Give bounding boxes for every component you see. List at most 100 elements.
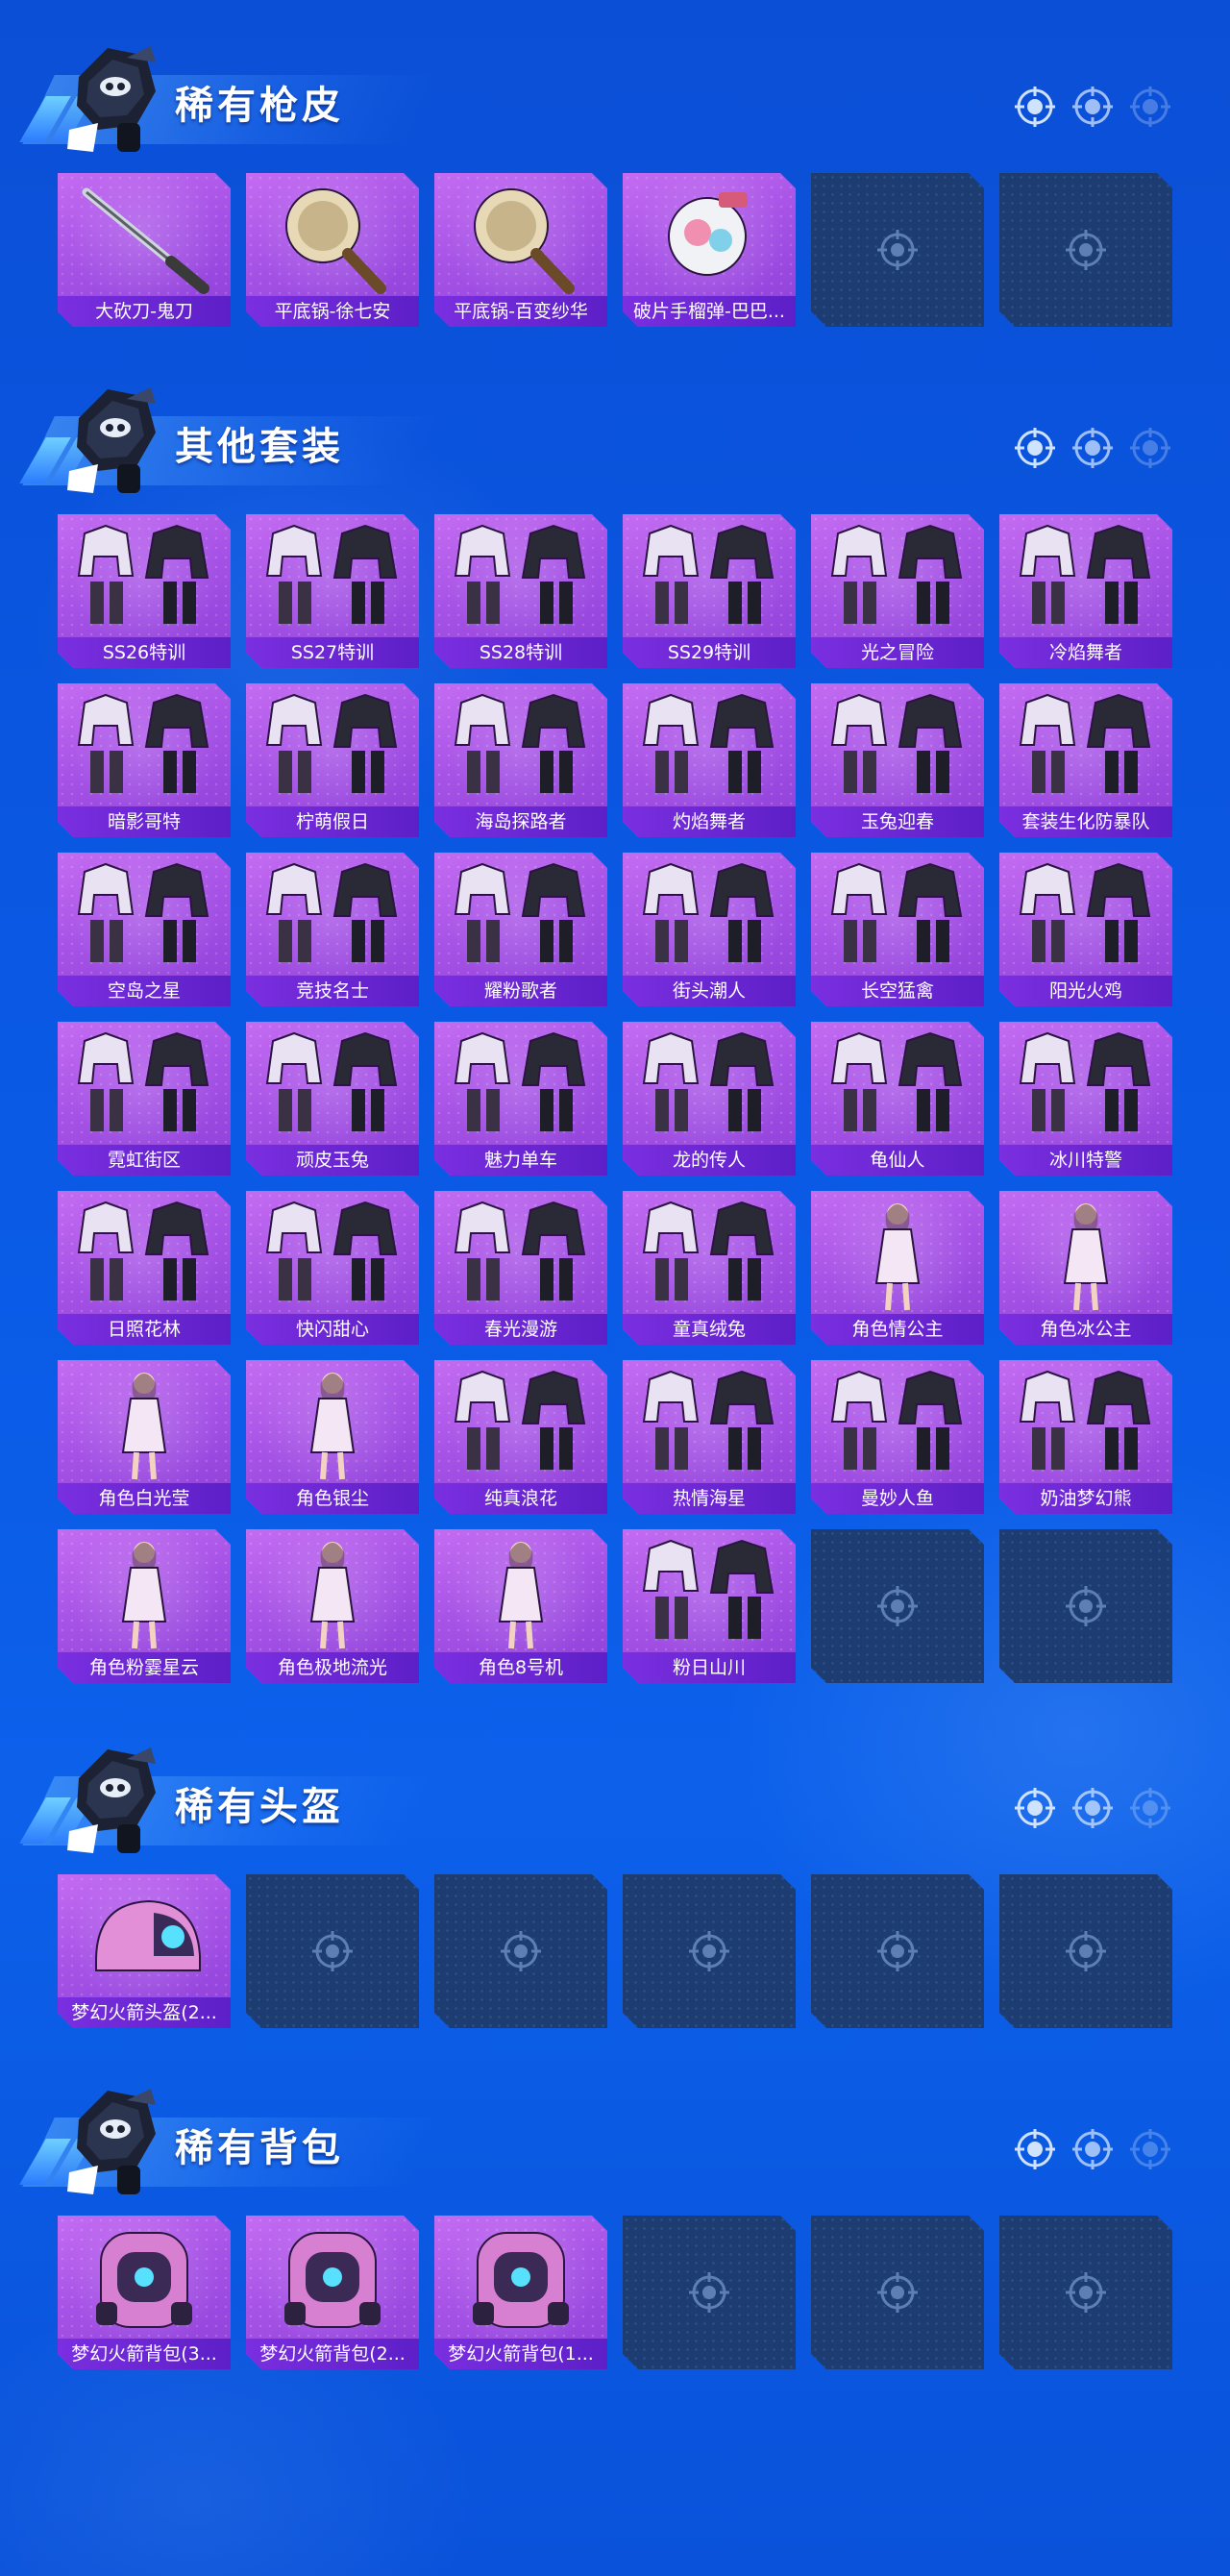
item-card[interactable]: 阳光火鸡 <box>999 853 1172 1006</box>
crosshair-icon <box>1015 87 1055 127</box>
character-icon <box>434 1529 607 1654</box>
outfit-icon <box>811 1022 984 1147</box>
crosshair-icon <box>1072 1788 1113 1828</box>
item-card[interactable]: 角色银尘 <box>246 1360 419 1514</box>
item-card[interactable]: 梦幻火箭头盔(2... <box>58 1874 231 2028</box>
item-label: 角色极地流光 <box>246 1652 419 1683</box>
crosshair-icon <box>1015 1788 1055 1828</box>
item-card[interactable]: 长空猛禽 <box>811 853 984 1006</box>
item-card[interactable]: 奶油梦幻熊 <box>999 1360 1172 1514</box>
outfit-icon <box>246 1191 419 1316</box>
crosshair-placeholder-icon <box>876 1930 919 1972</box>
item-card[interactable]: 冷焰舞者 <box>999 514 1172 668</box>
item-card[interactable]: 角色8号机 <box>434 1529 607 1683</box>
character-icon <box>811 1191 984 1316</box>
item-card[interactable]: 童真绒兔 <box>623 1191 796 1345</box>
crosshair-placeholder-icon <box>688 1930 730 1972</box>
item-card[interactable]: 顽皮玉兔 <box>246 1022 419 1176</box>
item-card[interactable]: 春光漫游 <box>434 1191 607 1345</box>
item-card[interactable]: 魅力单车 <box>434 1022 607 1176</box>
item-card[interactable]: 霓虹街区 <box>58 1022 231 1176</box>
section-title: 稀有头盔 <box>175 1785 344 1829</box>
outfit-icon <box>999 1022 1172 1147</box>
item-label: 平底锅-百变纱华 <box>434 296 607 327</box>
mascot-icon <box>60 38 165 159</box>
item-card[interactable]: 空岛之星 <box>58 853 231 1006</box>
crosshair-placeholder-icon <box>1065 1930 1107 1972</box>
item-label: SS27特训 <box>246 637 419 668</box>
crosshair-icon <box>1130 87 1170 127</box>
item-card[interactable]: 套装生化防暴队 <box>999 683 1172 837</box>
empty-slot <box>434 1874 607 2028</box>
character-icon <box>246 1529 419 1654</box>
item-card[interactable]: 破片手榴弹-巴巴... <box>623 173 796 327</box>
item-card[interactable]: 暗影哥特 <box>58 683 231 837</box>
item-card[interactable]: 柠萌假日 <box>246 683 419 837</box>
item-card[interactable]: 平底锅-徐七安 <box>246 173 419 327</box>
item-card[interactable]: 梦幻火箭背包(2... <box>246 2216 419 2369</box>
item-label: 海岛探路者 <box>434 806 607 837</box>
item-card[interactable]: 龟仙人 <box>811 1022 984 1176</box>
character-icon <box>58 1529 231 1654</box>
item-label: 日照花林 <box>58 1314 231 1345</box>
item-card[interactable]: SS28特训 <box>434 514 607 668</box>
outfit-icon <box>434 1022 607 1147</box>
item-card[interactable]: 梦幻火箭背包(3... <box>58 2216 231 2369</box>
item-card[interactable]: 玉兔迎春 <box>811 683 984 837</box>
item-card[interactable]: 大砍刀-鬼刀 <box>58 173 231 327</box>
item-label: 热情海星 <box>623 1483 796 1514</box>
item-label: 竞技名士 <box>246 976 419 1006</box>
outfit-icon <box>811 683 984 808</box>
crosshair-icon <box>1130 2129 1170 2169</box>
item-label: 角色8号机 <box>434 1652 607 1683</box>
section-title: 稀有背包 <box>175 2126 344 2170</box>
item-card[interactable]: 光之冒险 <box>811 514 984 668</box>
item-card[interactable]: SS27特训 <box>246 514 419 668</box>
item-card[interactable]: 角色情公主 <box>811 1191 984 1345</box>
item-card[interactable]: 角色粉霎星云 <box>58 1529 231 1683</box>
item-card[interactable]: 粉日山川 <box>623 1529 796 1683</box>
item-card[interactable]: 梦幻火箭背包(1... <box>434 2216 607 2369</box>
item-label: 龟仙人 <box>811 1145 984 1176</box>
item-label: 梦幻火箭背包(2... <box>246 2339 419 2369</box>
item-card[interactable]: SS29特训 <box>623 514 796 668</box>
crosshair-placeholder-icon <box>876 229 919 271</box>
item-card[interactable]: 热情海星 <box>623 1360 796 1514</box>
item-label: 霓虹街区 <box>58 1145 231 1176</box>
item-card[interactable]: 海岛探路者 <box>434 683 607 837</box>
frying-pan-icon <box>246 173 419 298</box>
item-card[interactable]: 纯真浪花 <box>434 1360 607 1514</box>
item-card[interactable]: SS26特训 <box>58 514 231 668</box>
mascot-icon <box>60 380 165 500</box>
item-card[interactable]: 曼妙人鱼 <box>811 1360 984 1514</box>
item-card[interactable]: 快闪甜心 <box>246 1191 419 1345</box>
item-label: SS26特训 <box>58 637 231 668</box>
item-label: 童真绒兔 <box>623 1314 796 1345</box>
item-card[interactable]: 角色白光莹 <box>58 1360 231 1514</box>
item-card[interactable]: 日照花林 <box>58 1191 231 1345</box>
section-header: 稀有枪皮 <box>0 38 1230 154</box>
item-card[interactable]: 灼焰舞者 <box>623 683 796 837</box>
section-title: 其他套装 <box>175 425 344 469</box>
item-card[interactable]: 竞技名士 <box>246 853 419 1006</box>
item-label: SS28特训 <box>434 637 607 668</box>
item-card[interactable]: 平底锅-百变纱华 <box>434 173 607 327</box>
item-card[interactable]: 冰川特警 <box>999 1022 1172 1176</box>
backpack-icon <box>246 2216 419 2341</box>
item-label: 暗影哥特 <box>58 806 231 837</box>
empty-slot <box>811 1874 984 2028</box>
item-label: 阳光火鸡 <box>999 976 1172 1006</box>
empty-slot <box>999 2216 1172 2369</box>
character-icon <box>58 1360 231 1485</box>
item-card[interactable]: 角色冰公主 <box>999 1191 1172 1345</box>
outfit-icon <box>246 514 419 639</box>
outfit-icon <box>623 683 796 808</box>
outfit-icon <box>623 1191 796 1316</box>
item-card[interactable]: 角色极地流光 <box>246 1529 419 1683</box>
item-card[interactable]: 街头潮人 <box>623 853 796 1006</box>
item-card[interactable]: 耀粉歌者 <box>434 853 607 1006</box>
outfit-icon <box>999 683 1172 808</box>
item-card[interactable]: 龙的传人 <box>623 1022 796 1176</box>
crosshair-decor <box>1013 1786 1195 1832</box>
mascot-icon <box>60 1740 165 1860</box>
